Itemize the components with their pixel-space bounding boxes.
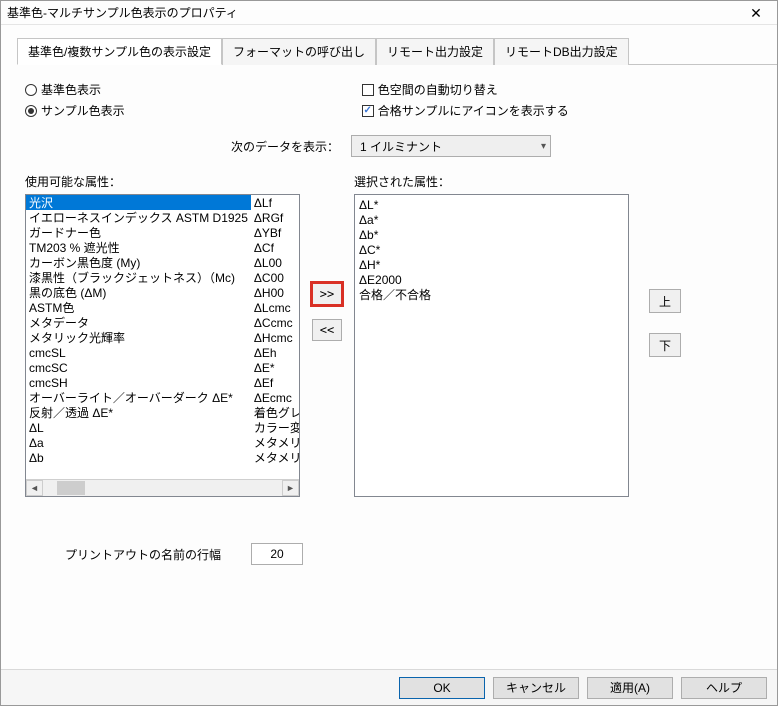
printout-name-width-input[interactable]: 20: [251, 543, 303, 565]
list-item[interactable]: オーバーライト／オーバーダーク ΔE*: [26, 390, 251, 405]
add-attribute-button[interactable]: >>: [312, 283, 342, 305]
list-item[interactable]: カーボン黒色度 (My): [26, 255, 251, 270]
tab-remote-db-output[interactable]: リモートDB出力設定: [494, 38, 629, 65]
list-item[interactable]: ΔE*: [251, 360, 299, 375]
list-item[interactable]: ΔRGf: [251, 210, 299, 225]
list-item[interactable]: ΔLf: [251, 195, 299, 210]
list-item[interactable]: Δa: [26, 435, 251, 450]
list-item[interactable]: ΔCf: [251, 240, 299, 255]
tab-remote-output[interactable]: リモート出力設定: [376, 38, 494, 65]
list-item[interactable]: cmcSL: [26, 345, 251, 360]
list-item[interactable]: メタリック光輝率: [26, 330, 251, 345]
radio-reference-label: 基準色表示: [41, 81, 101, 98]
list-item[interactable]: cmcSC: [26, 360, 251, 375]
tab-strip: 基準色/複数サンプル色の表示設定 フォーマットの呼び出し リモート出力設定 リモ…: [17, 37, 777, 65]
list-item[interactable]: ΔYBf: [251, 225, 299, 240]
list-item[interactable]: ΔL: [26, 420, 251, 435]
ok-button[interactable]: OK: [399, 677, 485, 699]
list-item[interactable]: 光沢: [26, 195, 251, 210]
list-item[interactable]: ΔLcmc: [251, 300, 299, 315]
list-item[interactable]: メタメリズムイン: [251, 450, 299, 465]
illuminant-select[interactable]: 1 イルミナント ▾: [351, 135, 551, 157]
list-item[interactable]: ΔEh: [251, 345, 299, 360]
list-item[interactable]: 漆黒性（ブラックジェットネス）（Mc): [26, 270, 251, 285]
list-item[interactable]: 合格／不合格: [359, 287, 624, 302]
available-attributes-label: 使用可能な属性：: [25, 173, 300, 190]
horizontal-scrollbar[interactable]: ◄ ►: [26, 479, 299, 496]
chevron-down-icon: ▾: [541, 141, 546, 152]
scroll-thumb[interactable]: [57, 481, 85, 495]
scroll-left-icon[interactable]: ◄: [26, 480, 43, 496]
radio-reference-color[interactable]: 基準色表示: [25, 81, 362, 98]
list-item[interactable]: ΔCcmc: [251, 315, 299, 330]
list-item[interactable]: ΔH*: [359, 257, 624, 272]
list-item[interactable]: ΔEcmc: [251, 390, 299, 405]
display-data-label: 次のデータを表示：: [231, 138, 339, 155]
radio-sample-label: サンプル色表示: [41, 102, 125, 119]
list-item[interactable]: 着色グレースケ: [251, 405, 299, 420]
check-show-icon-label: 合格サンプルにアイコンを表示する: [378, 102, 569, 119]
dialog-button-bar: OK キャンセル 適用(A) ヘルプ: [1, 669, 777, 705]
list-item[interactable]: Δb: [26, 450, 251, 465]
help-button[interactable]: ヘルプ: [681, 677, 767, 699]
list-item[interactable]: ガードナー色: [26, 225, 251, 240]
scroll-track[interactable]: [43, 480, 282, 496]
list-item[interactable]: TM203 % 遮光性: [26, 240, 251, 255]
list-item[interactable]: ΔH00: [251, 285, 299, 300]
list-item[interactable]: ΔE2000: [359, 272, 624, 287]
apply-button[interactable]: 適用(A): [587, 677, 673, 699]
move-down-button[interactable]: 下: [649, 333, 681, 357]
checkbox-icon: [362, 105, 374, 117]
remove-attribute-button[interactable]: <<: [312, 319, 342, 341]
window-title: 基準色-マルチサンプル色表示のプロパティ: [5, 4, 739, 21]
checkbox-icon: [362, 84, 374, 96]
radio-icon: [25, 84, 37, 96]
selected-attributes-label: 選択された属性：: [354, 173, 629, 190]
tab-display-settings[interactable]: 基準色/複数サンプル色の表示設定: [17, 38, 222, 65]
list-item[interactable]: メタデータ: [26, 315, 251, 330]
list-item[interactable]: カラー変化のグ: [251, 420, 299, 435]
cancel-button[interactable]: キャンセル: [493, 677, 579, 699]
radio-icon: [25, 105, 37, 117]
list-item[interactable]: ΔC*: [359, 242, 624, 257]
check-auto-switch-label: 色空間の自動切り替え: [378, 81, 498, 98]
list-item[interactable]: 反射／透過 ΔE*: [26, 405, 251, 420]
list-item[interactable]: ΔHcmc: [251, 330, 299, 345]
list-item[interactable]: イエローネスインデックス ASTM D1925: [26, 210, 251, 225]
list-item[interactable]: メタメリズムイン: [251, 435, 299, 450]
available-attributes-list[interactable]: 光沢イエローネスインデックス ASTM D1925ガードナー色TM203 % 遮…: [25, 194, 300, 497]
illuminant-select-value: 1 イルミナント: [360, 138, 442, 155]
radio-sample-color[interactable]: サンプル色表示: [25, 102, 362, 119]
list-item[interactable]: ΔC00: [251, 270, 299, 285]
list-item[interactable]: ΔEf: [251, 375, 299, 390]
list-item[interactable]: Δb*: [359, 227, 624, 242]
check-auto-switch[interactable]: 色空間の自動切り替え: [362, 81, 743, 98]
list-item[interactable]: ΔL00: [251, 255, 299, 270]
list-item[interactable]: cmcSH: [26, 375, 251, 390]
list-item[interactable]: ASTM色: [26, 300, 251, 315]
tab-panel-display-settings: 基準色表示 サンプル色表示 色空間の自動切り替え 合格サンプルにアイコンを表示す…: [17, 65, 765, 573]
close-icon[interactable]: ✕: [739, 3, 773, 23]
printout-name-width-label: プリントアウトの名前の行幅: [65, 546, 221, 563]
list-item[interactable]: ΔL*: [359, 197, 624, 212]
tab-format-recall[interactable]: フォーマットの呼び出し: [222, 38, 376, 65]
list-item[interactable]: 黒の底色 (ΔM): [26, 285, 251, 300]
scroll-right-icon[interactable]: ►: [282, 480, 299, 496]
selected-attributes-list[interactable]: ΔL*Δa*Δb*ΔC*ΔH*ΔE2000合格／不合格: [354, 194, 629, 497]
move-up-button[interactable]: 上: [649, 289, 681, 313]
list-item[interactable]: Δa*: [359, 212, 624, 227]
check-show-icon[interactable]: 合格サンプルにアイコンを表示する: [362, 102, 743, 119]
